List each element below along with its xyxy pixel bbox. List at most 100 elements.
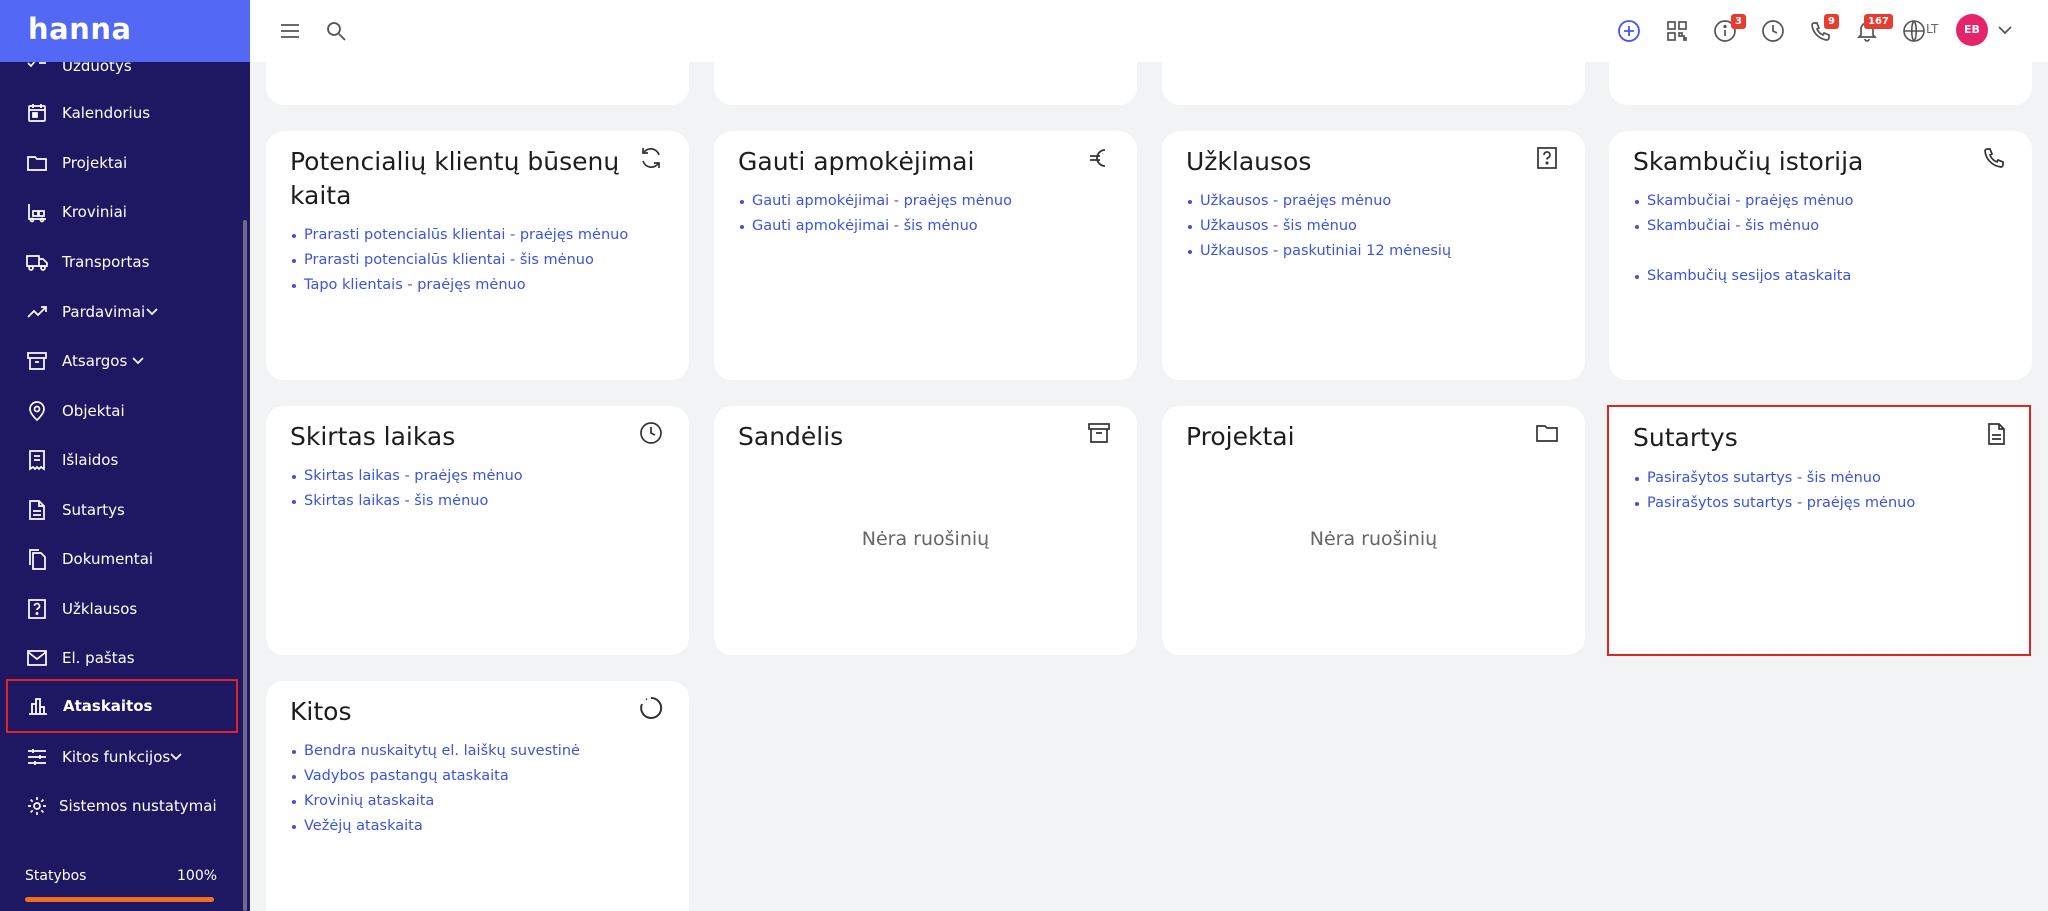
- report-link[interactable]: Skambučiai - šis mėnuo: [1635, 214, 1854, 239]
- gear-icon: [28, 797, 46, 815]
- euro-icon: [1090, 149, 1106, 167]
- report-link[interactable]: Tapo klientais - praėjęs mėnuo: [291, 273, 628, 298]
- sidebar-item-email[interactable]: El. paštas: [0, 634, 240, 682]
- sidebar-item-calendar[interactable]: Kalendorius: [0, 89, 240, 137]
- sidebar-item-label: Atsargos: [62, 352, 128, 370]
- report-link[interactable]: Užkausos - šis mėnuo: [1187, 214, 1451, 239]
- sidebar-item-label: Sistemos nustatymai: [59, 797, 217, 815]
- document-icon: [29, 500, 45, 520]
- report-link[interactable]: Užkausos - paskutiniai 12 mėnesių: [1187, 239, 1451, 264]
- report-link[interactable]: Skirtas laikas - šis mėnuo: [292, 489, 523, 514]
- project-progress-label: Statybos: [25, 868, 87, 884]
- sidebar-item-label: Kitos funkcijos: [62, 748, 171, 766]
- sidebar-item-reports[interactable]: Ataskaitos: [6, 679, 238, 733]
- sidebar-item-objects[interactable]: Objektai: [0, 387, 240, 435]
- report-card-payments: Gauti apmokėjimai Gauti apmokėjimai - pr…: [714, 131, 1137, 380]
- report-link[interactable]: Vadybos pastangų ataskaita: [292, 764, 580, 789]
- avatar[interactable]: EB: [1956, 14, 1988, 46]
- sidebar-item-system-settings[interactable]: Sistemos nustatymai: [0, 782, 240, 830]
- logo-bar: hanna: [0, 0, 250, 62]
- question-box-icon: [1537, 147, 1557, 169]
- add-circle-icon[interactable]: [1617, 19, 1641, 43]
- sidebar-item-other-functions[interactable]: Kitos funkcijos: [0, 733, 240, 781]
- notifications-badge: 167: [1864, 14, 1893, 29]
- archive-icon: [27, 352, 47, 370]
- card-title: Projektai: [1186, 422, 1295, 451]
- calls-badge: 9: [1824, 14, 1839, 29]
- archive-icon: [1088, 423, 1110, 443]
- chevron-down-icon[interactable]: [1996, 21, 2014, 39]
- sidebar-item-label: Transportas: [62, 253, 150, 271]
- clock-icon[interactable]: [1761, 19, 1785, 43]
- truck-icon: [26, 255, 48, 271]
- report-card-inquiries: Užklausos Užkausos - praėjęs mėnuo Užkau…: [1162, 131, 1585, 380]
- hamburger-menu-icon[interactable]: [278, 19, 302, 43]
- chevron-down-icon[interactable]: [144, 305, 160, 319]
- card-title: Skambučių istorija: [1633, 147, 1864, 176]
- report-link[interactable]: Vežėjų ataskaita: [292, 814, 580, 839]
- sidebar-item-documents[interactable]: Dokumentai: [0, 535, 240, 583]
- report-link[interactable]: Pasirašytos sutartys - praėjęs mėnuo: [1634, 491, 1915, 516]
- sidebar-item-label: Objektai: [62, 402, 125, 420]
- report-link[interactable]: Bendra nuskaitytų el. laiškų suvestinė: [292, 739, 580, 764]
- card-title: Užklausos: [1186, 147, 1312, 176]
- report-link[interactable]: Gauti apmokėjimai - šis mėnuo: [740, 214, 1012, 239]
- report-link-list: Gauti apmokėjimai - praėjęs mėnuo Gauti …: [740, 189, 1012, 239]
- report-link[interactable]: Skambučiai - praėjęs mėnuo: [1635, 189, 1854, 214]
- folder-icon: [27, 156, 47, 171]
- qr-code-icon[interactable]: [1665, 19, 1689, 43]
- files-icon: [29, 549, 46, 570]
- project-progress-bar: [25, 897, 214, 902]
- info-badge: 3: [1731, 14, 1746, 29]
- report-link[interactable]: Užkausos - praėjęs mėnuo: [1187, 189, 1451, 214]
- sidebar-item-label: Užklausos: [62, 600, 138, 618]
- report-link[interactable]: Pasirašytos sutartys - šis mėnuo: [1634, 466, 1915, 491]
- clock-icon: [640, 422, 662, 444]
- chevron-down-icon[interactable]: [168, 750, 184, 764]
- chevron-down-icon[interactable]: [130, 354, 146, 368]
- report-link[interactable]: Prarasti potencialūs klientai - šis mėnu…: [291, 248, 628, 273]
- report-card-contracts: Sutartys Pasirašytos sutartys - šis mėnu…: [1607, 405, 2031, 656]
- report-link[interactable]: Krovinių ataskaita: [292, 789, 580, 814]
- sidebar-item-projects[interactable]: Projektai: [0, 139, 240, 187]
- report-link-list: Užkausos - praėjęs mėnuo Užkausos - šis …: [1187, 189, 1451, 264]
- report-card-projects: Projektai Nėra ruošinių: [1162, 406, 1585, 655]
- forklift-icon: [28, 204, 46, 223]
- sidebar-scrollbar[interactable]: [243, 220, 247, 911]
- language-label[interactable]: LT: [1926, 22, 1938, 36]
- search-icon[interactable]: [324, 19, 348, 43]
- card-title: Gauti apmokėjimai: [738, 147, 975, 176]
- top-header: 3 9 167 LT EB: [250, 0, 2048, 62]
- app-logo[interactable]: hanna: [28, 12, 132, 46]
- sidebar-item-label: Išlaidos: [62, 451, 119, 469]
- report-link-list: Skirtas laikas - praėjęs mėnuo Skirtas l…: [292, 464, 523, 514]
- folder-icon: [1536, 425, 1558, 442]
- report-card-calls: Skambučių istorija Skambučiai - praėjęs …: [1609, 131, 2032, 380]
- card-title: Sutartys: [1633, 423, 1738, 452]
- sidebar-item-inquiries[interactable]: Užklausos: [0, 585, 240, 633]
- sidebar-item-stock[interactable]: Atsargos: [0, 337, 240, 385]
- sidebar-item-label: Ataskaitos: [63, 697, 153, 715]
- mail-icon: [27, 650, 47, 666]
- globe-icon[interactable]: [1902, 19, 1926, 43]
- sidebar-item-label: Pardavimai: [62, 303, 146, 321]
- report-link-list: Skambučiai - praėjęs mėnuo Skambučiai - …: [1635, 189, 1854, 239]
- sidebar-item-cargo[interactable]: Kroviniai: [0, 188, 240, 236]
- phone-icon: [1984, 148, 2004, 168]
- card-title: Kitos: [290, 697, 352, 726]
- report-card-time: Skirtas laikas Skirtas laikas - praėjęs …: [266, 406, 689, 655]
- sidebar-item-label: Sutartys: [62, 501, 125, 519]
- report-link[interactable]: Prarasti potencialūs klientai - praėjęs …: [291, 223, 628, 248]
- report-link[interactable]: Skambučių sesijos ataskaita: [1634, 264, 1851, 289]
- card-title: Potencialių klientų būsenų kaita: [290, 147, 620, 210]
- sidebar-item-transport[interactable]: Transportas: [0, 238, 240, 286]
- report-link[interactable]: Gauti apmokėjimai - praėjęs mėnuo: [740, 189, 1012, 214]
- calendar-icon: [28, 104, 46, 122]
- sidebar-item-expenses[interactable]: Išlaidos: [0, 436, 240, 484]
- sidebar-item-contracts[interactable]: Sutartys: [0, 486, 240, 534]
- project-progress-fill: [25, 897, 214, 902]
- report-link[interactable]: Skirtas laikas - praėjęs mėnuo: [292, 464, 523, 489]
- report-link-list: Prarasti potencialūs klientai - praėjęs …: [291, 223, 628, 298]
- trending-up-icon: [27, 306, 47, 318]
- sidebar-item-sales[interactable]: Pardavimai: [0, 288, 240, 336]
